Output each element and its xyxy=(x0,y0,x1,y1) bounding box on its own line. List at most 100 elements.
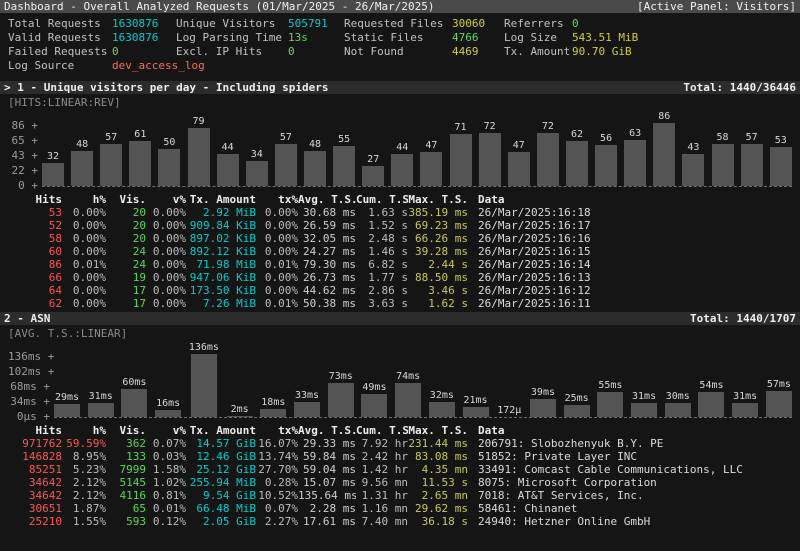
y-axis-tick: 102ms + xyxy=(8,365,50,378)
table-row[interactable]: 530.00%200.00%2.92 MiB0.00%30.68 ms1.63 … xyxy=(6,206,794,219)
table-row[interactable]: 97176259.59%3620.07%14.57 GiB16.07%29.33… xyxy=(6,437,794,450)
cell: 59.84 ms xyxy=(298,450,356,463)
bar-rect xyxy=(328,383,354,417)
bar-rect xyxy=(530,399,556,417)
bar-value-label: 31ms xyxy=(733,390,757,403)
cell: 0.00% xyxy=(256,232,298,245)
table-row[interactable]: 600.00%240.00%892.12 KiB0.00%24.27 ms1.4… xyxy=(6,245,794,258)
chart-bar: 60ms xyxy=(121,376,147,417)
panel1-header[interactable]: > 1 - Unique visitors per day - Includin… xyxy=(0,81,800,94)
cell: 86 xyxy=(6,258,62,271)
cell: 0.07% xyxy=(256,502,298,515)
cell: 3.63 s xyxy=(356,297,408,310)
cell: 2.92 MiB xyxy=(186,206,256,219)
cell: 6.82 s xyxy=(356,258,408,271)
cell: 909.84 KiB xyxy=(186,219,256,232)
chart-bar: 57 xyxy=(275,131,297,186)
cell: 17.61 ms xyxy=(298,515,356,528)
active-panel-indicator: [Active Panel: Visitors] xyxy=(637,0,796,13)
cell: 947.06 KiB xyxy=(186,271,256,284)
cell: 26/Mar/2025:16:11 xyxy=(468,297,591,310)
cell: 0.07% xyxy=(146,437,186,450)
column-header: Data xyxy=(468,193,505,206)
cell: 0.01% xyxy=(256,297,298,310)
cell: 29.62 ms xyxy=(408,502,468,515)
column-header: tx% xyxy=(256,193,298,206)
cell: 231.44 ms xyxy=(408,437,468,450)
y-axis-tick: 136ms + xyxy=(8,350,50,363)
cell: 52 xyxy=(6,219,62,232)
bar-rect xyxy=(188,128,210,186)
bar-value-label: 62 xyxy=(571,128,583,141)
table-row[interactable]: 306511.87%650.01%66.48 MiB0.07%2.28 ms1.… xyxy=(6,502,794,515)
cell: 10.52% xyxy=(256,489,298,502)
bar-rect xyxy=(121,389,147,417)
chart-bar: 71 xyxy=(450,121,472,186)
column-header: Max. T.S. xyxy=(408,424,468,437)
table-row[interactable]: 660.00%190.00%947.06 KiB0.00%26.73 ms1.7… xyxy=(6,271,794,284)
y-axis: 136ms +102ms +68ms +34ms +0μs + xyxy=(8,350,50,423)
bar-rect xyxy=(391,154,413,186)
table-row[interactable]: 520.00%200.00%909.84 KiB0.00%26.59 ms1.5… xyxy=(6,219,794,232)
cell: 0.01% xyxy=(256,258,298,271)
bar-rect xyxy=(100,144,122,186)
table-row[interactable]: 860.01%240.00%71.98 MiB0.01%79.30 ms6.82… xyxy=(6,258,794,271)
bar-value-label: 43 xyxy=(687,141,699,154)
bar-rect xyxy=(191,354,217,417)
summary-row: Total Requests1630876Unique Visitors5057… xyxy=(8,17,792,31)
bar-rect xyxy=(712,144,734,186)
summary-label: Excl. IP Hits xyxy=(176,45,288,59)
summary-value: 0 xyxy=(288,45,344,59)
cell: 0.00% xyxy=(62,271,106,284)
column-header: v% xyxy=(146,424,186,437)
chart-bar: 48 xyxy=(304,138,326,186)
bar-value-label: 60ms xyxy=(122,376,146,389)
table-row[interactable]: 852515.23%79991.58%25.12 GiB27.70%59.04 … xyxy=(6,463,794,476)
table-row[interactable]: 346422.12%51451.02%255.94 MiB0.28%15.07 … xyxy=(6,476,794,489)
table-row[interactable]: 252101.55%5930.12%2.05 GiB2.27%17.61 ms7… xyxy=(6,515,794,528)
bar-value-label: 86 xyxy=(658,110,670,123)
column-header: Hits xyxy=(6,424,62,437)
cell: 0.00% xyxy=(256,245,298,258)
cell: 34642 xyxy=(6,489,62,502)
chart-bar: 16ms xyxy=(155,397,181,417)
cell: 7999 xyxy=(106,463,146,476)
table-row[interactable]: 1468288.95%1330.03%12.46 GiB13.74%59.84 … xyxy=(6,450,794,463)
bar-value-label: 79 xyxy=(193,115,205,128)
cell: 362 xyxy=(106,437,146,450)
bar-value-label: 55ms xyxy=(598,379,622,392)
panel2-header[interactable]: 2 - ASN Total: 1440/1707 xyxy=(0,312,800,325)
table-row[interactable]: 640.00%170.00%173.50 KiB0.00%44.62 ms2.8… xyxy=(6,284,794,297)
cell: 2.28 ms xyxy=(298,502,356,515)
bar-rect xyxy=(682,154,704,186)
bar-rect xyxy=(770,147,792,186)
chart-bar: 56 xyxy=(595,132,617,186)
panel2-total: Total: 1440/1707 xyxy=(690,312,796,325)
bar-value-label: 16ms xyxy=(156,397,180,410)
summary-label: Valid Requests xyxy=(8,31,112,45)
chart-bar: 57 xyxy=(100,131,122,186)
cell: 0.00% xyxy=(62,284,106,297)
cell: 26/Mar/2025:16:12 xyxy=(468,284,591,297)
cell: 385.19 ms xyxy=(408,206,468,219)
table-row[interactable]: 346422.12%41160.81%9.54 GiB10.52%135.64 … xyxy=(6,489,794,502)
cell: 59.04 ms xyxy=(298,463,356,476)
chart-bar: 44 xyxy=(391,141,413,186)
cell: 15.07 ms xyxy=(298,476,356,489)
cell: 4116 xyxy=(106,489,146,502)
cell: 7.40 mn xyxy=(356,515,408,528)
bar-rect xyxy=(333,146,355,186)
column-header: Vis. xyxy=(106,424,146,437)
panel2-title: 2 - ASN xyxy=(4,312,50,325)
cell: 593 xyxy=(106,515,146,528)
bar-value-label: 74ms xyxy=(396,370,420,383)
bar-value-label: 172μ xyxy=(497,404,521,417)
bar-value-label: 50 xyxy=(163,136,175,149)
chart-bar: 62 xyxy=(566,128,588,186)
panel1-title: > 1 - Unique visitors per day - Includin… xyxy=(4,81,329,94)
cell: 892.12 KiB xyxy=(186,245,256,258)
table-row[interactable]: 580.00%200.00%897.02 KiB0.00%32.05 ms2.4… xyxy=(6,232,794,245)
cell: 17 xyxy=(106,284,146,297)
table-row[interactable]: 620.00%170.00%7.26 MiB0.01%50.38 ms3.63 … xyxy=(6,297,794,310)
chart-bar: 53 xyxy=(770,134,792,186)
